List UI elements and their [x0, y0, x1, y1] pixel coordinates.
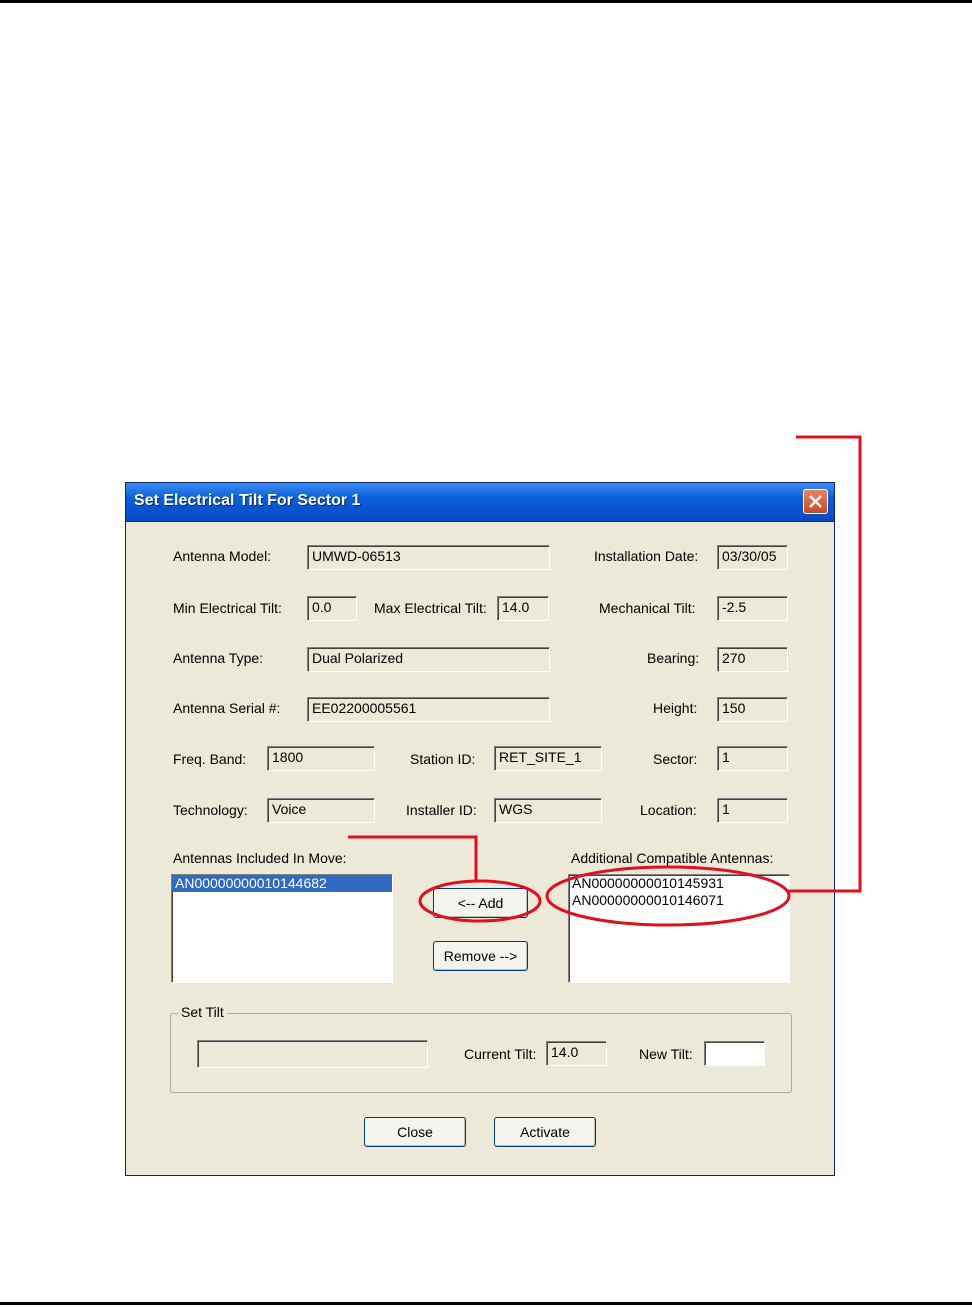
- antenna-serial-field: EE02200005561: [307, 697, 550, 722]
- included-antennas-list[interactable]: AN00000000010144682: [171, 874, 393, 983]
- compatible-antennas-label: Additional Compatible Antennas:: [571, 850, 774, 866]
- antenna-model-label: Antenna Model:: [173, 548, 272, 564]
- installer-id-label: Installer ID:: [406, 802, 477, 818]
- list-item[interactable]: AN00000000010145931: [569, 875, 789, 892]
- bearing-label: Bearing:: [647, 650, 700, 666]
- new-tilt-label: New Tilt:: [639, 1046, 693, 1062]
- height-label: Height:: [653, 700, 698, 716]
- activate-button[interactable]: Activate: [494, 1117, 596, 1147]
- antenna-type-field: Dual Polarized: [307, 647, 550, 672]
- station-id-field: RET_SITE_1: [494, 746, 602, 771]
- add-button[interactable]: <-- Add: [433, 888, 528, 918]
- location-label: Location:: [640, 802, 697, 818]
- max-electrical-tilt-label: Max Electrical Tilt:: [374, 600, 487, 616]
- sector-field: 1: [717, 746, 788, 771]
- included-antennas-label: Antennas Included In Move:: [173, 850, 347, 866]
- window-title: Set Electrical Tilt For Sector 1: [134, 492, 361, 509]
- freq-band-label: Freq. Band:: [173, 751, 247, 767]
- bottom-rule: [0, 1302, 972, 1305]
- set-tilt-group-title: Set Tilt: [178, 1004, 227, 1020]
- remove-button[interactable]: Remove -->: [433, 941, 528, 971]
- mechanical-tilt-field: -2.5: [717, 596, 788, 621]
- list-item[interactable]: AN00000000010146071: [569, 892, 789, 909]
- max-electrical-tilt-field: 14.0: [497, 596, 549, 621]
- new-tilt-input[interactable]: [704, 1041, 765, 1066]
- antenna-model-field: UMWD-06513: [307, 545, 550, 570]
- mechanical-tilt-label: Mechanical Tilt:: [599, 600, 696, 616]
- current-tilt-field: 14.0: [546, 1041, 607, 1066]
- tilt-progress-field: [197, 1040, 428, 1068]
- bearing-field: 270: [717, 647, 788, 672]
- top-rule: [0, 0, 972, 3]
- title-bar[interactable]: Set Electrical Tilt For Sector 1: [126, 483, 834, 522]
- dialog-window: Set Electrical Tilt For Sector 1 Antenna…: [125, 482, 835, 1176]
- current-tilt-label: Current Tilt:: [464, 1046, 537, 1062]
- station-id-label: Station ID:: [410, 751, 476, 767]
- technology-field: Voice: [267, 798, 375, 823]
- freq-band-field: 1800: [267, 746, 375, 771]
- antenna-serial-label: Antenna Serial #:: [173, 700, 281, 716]
- installation-date-label: Installation Date:: [594, 548, 699, 564]
- compatible-antennas-list[interactable]: AN00000000010145931 AN00000000010146071: [568, 874, 790, 983]
- list-item[interactable]: AN00000000010144682: [172, 875, 392, 892]
- min-electrical-tilt-field: 0.0: [307, 596, 357, 621]
- sector-label: Sector:: [653, 751, 698, 767]
- installer-id-field: WGS: [494, 798, 602, 823]
- installation-date-field: 03/30/05: [717, 545, 788, 570]
- antenna-type-label: Antenna Type:: [173, 650, 264, 666]
- close-icon: [809, 495, 822, 508]
- close-button[interactable]: Close: [364, 1117, 466, 1147]
- technology-label: Technology:: [173, 802, 248, 818]
- location-field: 1: [717, 798, 788, 823]
- close-window-button[interactable]: [803, 489, 828, 514]
- min-electrical-tilt-label: Min Electrical Tilt:: [173, 600, 282, 616]
- height-field: 150: [717, 697, 788, 722]
